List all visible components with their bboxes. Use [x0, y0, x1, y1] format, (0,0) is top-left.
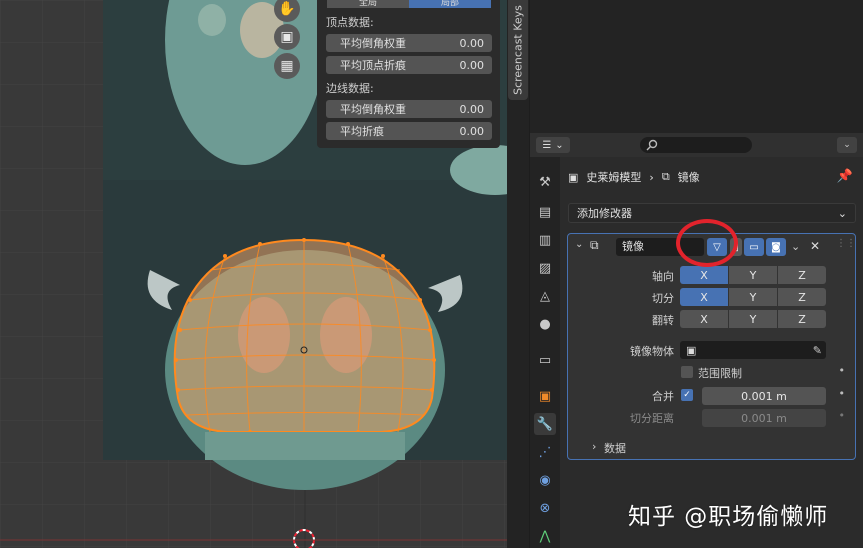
keyframe-dot-icon[interactable]: • — [839, 409, 846, 422]
field-label: 平均倒角权重 — [340, 37, 406, 50]
field-value: 0.00 — [459, 124, 485, 138]
merge-checkbox[interactable]: ✓ — [681, 389, 693, 401]
bisect-toggle: X Y Z — [680, 288, 826, 306]
editor-type-button[interactable]: ☰ ⌄ — [536, 137, 570, 153]
segment-global[interactable]: 全局 — [327, 0, 409, 8]
flip-y-button[interactable]: Y — [729, 310, 777, 328]
object-tab-icon[interactable]: ▣ — [534, 385, 556, 407]
bisect-y-button[interactable]: Y — [729, 288, 777, 306]
close-icon[interactable]: ✕ — [810, 239, 820, 253]
search-input[interactable] — [640, 137, 752, 153]
clipping-label: 范围限制 — [698, 367, 742, 380]
chevron-down-icon: ⌄ — [555, 139, 564, 151]
properties-header: ☰ ⌄ ⌄ — [530, 133, 863, 157]
keyframe-dot-icon[interactable]: • — [839, 364, 846, 377]
render-tab-icon[interactable]: ▤ — [534, 201, 556, 223]
field-label: 平均倒角权重 — [340, 103, 406, 116]
axis-z-button[interactable]: Z — [778, 266, 826, 284]
view-layer-tab-icon[interactable]: ▨ — [534, 257, 556, 279]
vertex-crease-field[interactable]: 平均顶点折痕 0.00 — [326, 56, 492, 74]
particles-tab-icon[interactable]: ⋰ — [534, 441, 556, 463]
output-tab-icon[interactable]: ▥ — [534, 229, 556, 251]
flip-z-button[interactable]: Z — [778, 310, 826, 328]
axis-toggle: X Y Z — [680, 266, 826, 284]
physics-tab-icon[interactable]: ◉ — [534, 469, 556, 491]
mirror-modifier-icon: ⧉ — [661, 170, 670, 183]
field-value: 0.00 — [459, 102, 485, 116]
watermark: 知乎 @职场偷懒师 — [628, 504, 829, 530]
field-value: 0.00 — [459, 36, 485, 50]
drag-handle-icon[interactable]: ⋮⋮ — [836, 238, 856, 249]
grid-icon[interactable]: ▦ — [274, 53, 300, 79]
field-value: 0.00 — [459, 58, 485, 72]
flip-label: 翻转 — [652, 314, 674, 327]
bisect-distance-field[interactable]: 0.001 m — [702, 409, 826, 427]
breadcrumb-object: 史莱姆模型 — [586, 171, 642, 184]
add-modifier-label: 添加修改器 — [577, 207, 632, 220]
merge-label: 合并 — [652, 390, 674, 403]
properties-tabs: ⚒ ▤ ▥ ▨ ◬ ● ▭ ▣ 🔧 ⋰ ◉ ⊗ ⋀ — [530, 157, 560, 548]
edge-crease-field[interactable]: 平均折痕 0.00 — [326, 122, 492, 140]
segment-local[interactable]: 局部 — [409, 0, 491, 8]
edge-data-title: 边线数据: — [326, 82, 374, 95]
collapse-chevron-icon[interactable]: ⌄ — [575, 239, 583, 250]
mirror-object-field[interactable]: ▣ ✎ — [680, 341, 826, 359]
scene-tab-icon[interactable]: ◬ — [534, 285, 556, 307]
keyframe-dot-icon[interactable]: • — [839, 387, 846, 400]
flip-toggle: X Y Z — [680, 310, 826, 328]
merge-distance-field[interactable]: 0.001 m — [702, 387, 826, 405]
outliner-area — [530, 0, 863, 133]
eyedropper-icon[interactable]: ✎ — [813, 344, 822, 357]
bisect-x-button[interactable]: X — [680, 288, 728, 306]
constraints-tab-icon[interactable]: ⊗ — [534, 497, 556, 519]
sidebar-tab-strip: Screencast Keys — [507, 0, 529, 548]
axis-label: 轴向 — [652, 270, 674, 283]
modifier-tab-icon[interactable]: 🔧 — [534, 413, 556, 435]
object-icon: ▣ — [686, 343, 697, 357]
breadcrumb: ▣ 史莱姆模型 › ⧉ 镜像 — [568, 167, 700, 187]
bisect-z-button[interactable]: Z — [778, 288, 826, 306]
pin-icon[interactable]: 📌 — [837, 169, 853, 184]
mirror-modifier-icon: ⧉ — [590, 238, 599, 252]
vertex-bevel-weight-field[interactable]: 平均倒角权重 0.00 — [326, 34, 492, 52]
tab-screencast-keys[interactable]: Screencast Keys — [508, 0, 528, 100]
collection-tab-icon[interactable]: ▭ — [534, 349, 556, 371]
field-label: 平均折痕 — [340, 125, 384, 138]
search-icon — [646, 139, 658, 151]
chevron-down-icon: ⌄ — [843, 140, 851, 150]
breadcrumb-modifier: 镜像 — [677, 171, 700, 184]
chevron-down-icon[interactable]: ⌄ — [791, 240, 800, 253]
properties-editor-icon: ☰ — [542, 139, 552, 151]
global-local-toggle[interactable]: 全局 局部 — [327, 0, 491, 8]
mirror-modifier-panel: ⌄ ⧉ 镜像 ▽ ▯ ▭ ◙ ⌄ ✕ ⋮⋮ 轴向 X Y Z 切分 X Y Z … — [567, 233, 856, 460]
mirror-object-label: 镜像物体 — [630, 345, 674, 358]
mesh-object-icon: ▣ — [568, 170, 579, 184]
flip-x-button[interactable]: X — [680, 310, 728, 328]
vertex-data-title: 顶点数据: — [326, 16, 374, 29]
highlight-ring — [676, 219, 738, 267]
realtime-display-icon[interactable]: ▭ — [744, 238, 764, 256]
3d-viewport[interactable]: ✋ ▣ ▦ 全局 局部 顶点数据: 平均倒角权重 0.00 平均顶点折痕 0.0… — [0, 0, 507, 548]
tab-label: Screencast Keys — [511, 5, 525, 95]
chevron-right-icon[interactable]: › — [592, 440, 596, 453]
properties-editor: ☰ ⌄ ⌄ ⚒ ▤ ▥ ▨ ◬ ● ▭ ▣ 🔧 ⋰ ◉ ⊗ ⋀ ▣ 史莱姆模型 … — [530, 133, 863, 548]
edge-bevel-weight-field[interactable]: 平均倒角权重 0.00 — [326, 100, 492, 118]
item-panel: 全局 局部 顶点数据: 平均倒角权重 0.00 平均顶点折痕 0.00 边线数据… — [317, 0, 500, 148]
bisect-distance-label: 切分距离 — [630, 412, 674, 425]
options-dropdown[interactable]: ⌄ — [837, 137, 857, 153]
data-tab-icon[interactable]: ⋀ — [534, 525, 556, 547]
data-subpanel-header[interactable]: 数据 — [604, 440, 626, 456]
world-tab-icon[interactable]: ● — [534, 313, 556, 335]
render-camera-icon[interactable]: ◙ — [766, 238, 786, 256]
tool-tab-icon[interactable]: ⚒ — [534, 171, 556, 193]
chevron-down-icon: ⌄ — [837, 206, 847, 220]
chevron-right-icon: › — [649, 170, 654, 184]
clipping-checkbox[interactable] — [681, 366, 693, 378]
field-label: 平均顶点折痕 — [340, 59, 406, 72]
bisect-label: 切分 — [652, 292, 674, 305]
axis-x-button[interactable]: X — [680, 266, 728, 284]
camera-icon[interactable]: ▣ — [274, 24, 300, 50]
axis-y-button[interactable]: Y — [729, 266, 777, 284]
